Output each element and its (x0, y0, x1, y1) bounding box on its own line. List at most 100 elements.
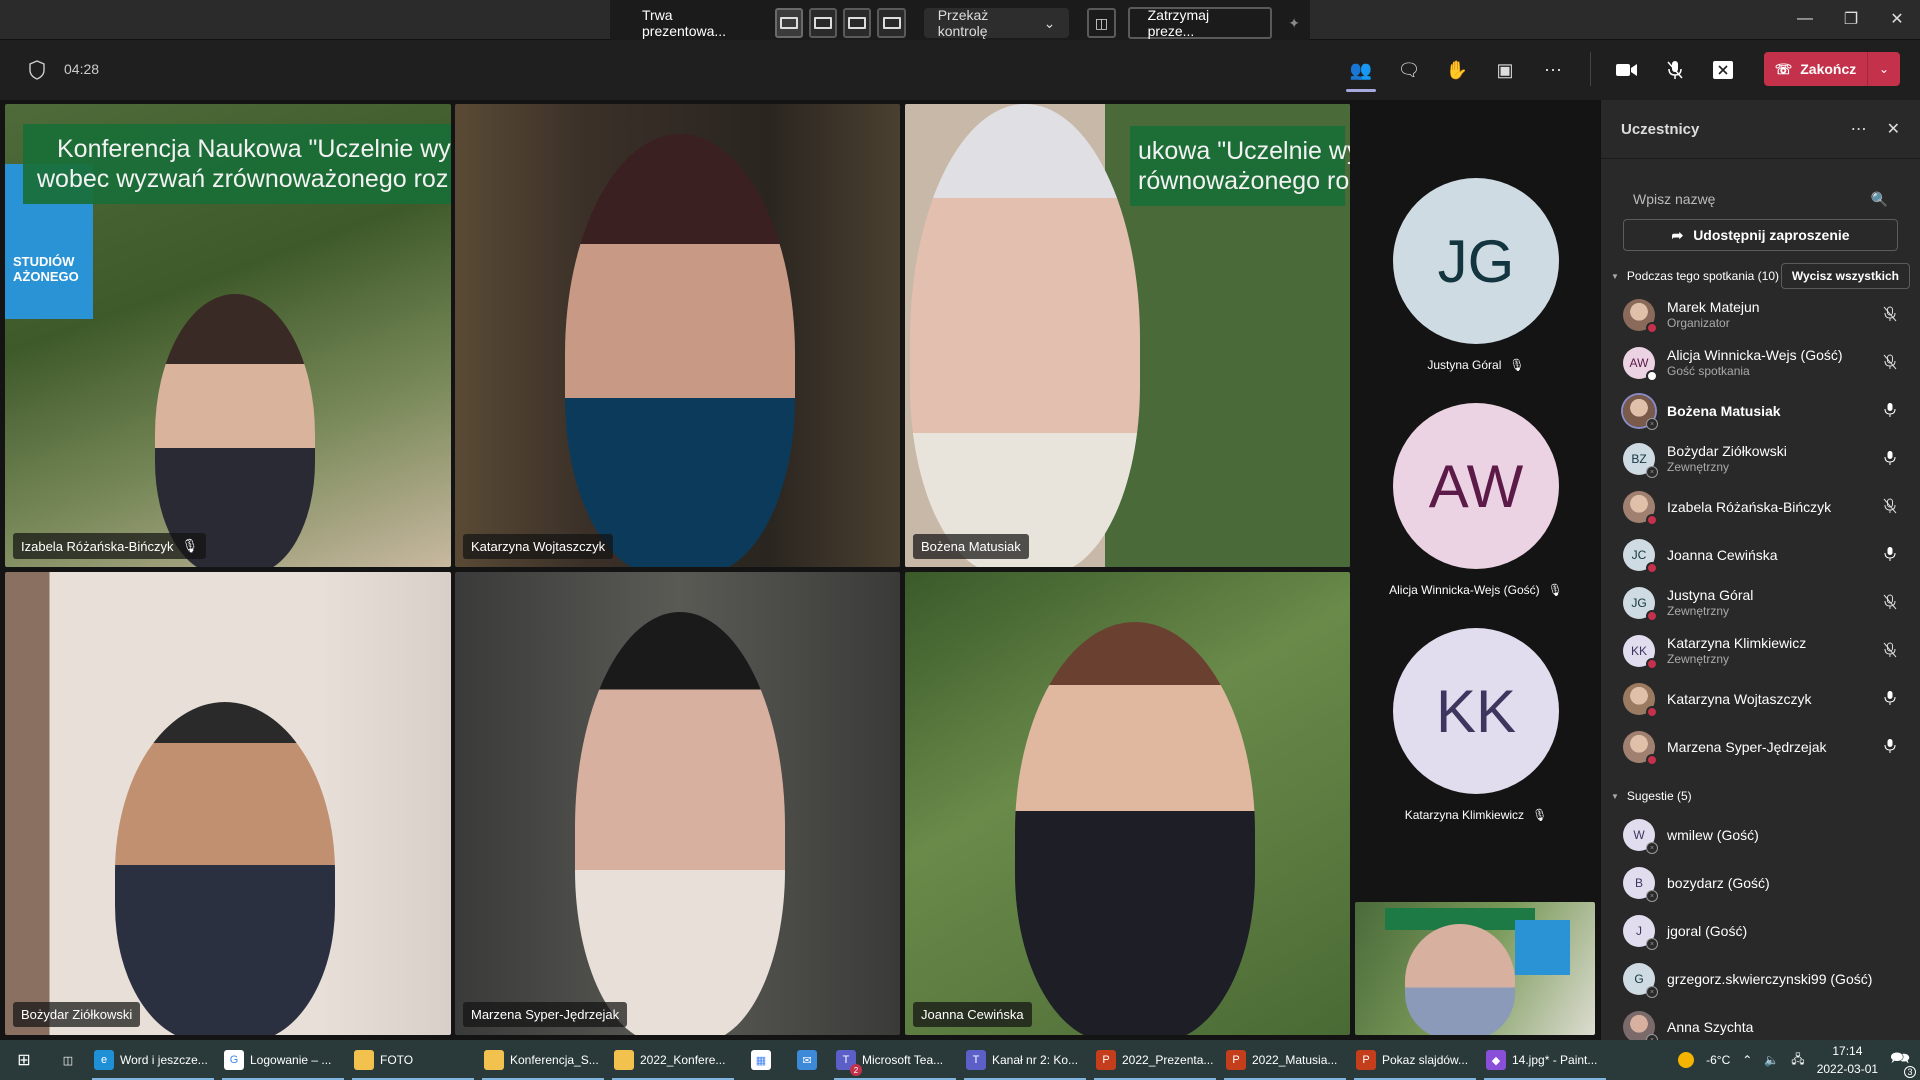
end-call-options-chevron-icon[interactable]: ⌄ (1868, 62, 1900, 76)
task-view-button[interactable]: ◫ (48, 1040, 88, 1080)
layout-standout-button[interactable] (808, 8, 838, 38)
participant-row[interactable]: KK Katarzyna Klimkiewicz Zewnętrzny (1601, 627, 1920, 675)
participant-search-input[interactable]: Wpisz nazwę 🔍 (1621, 179, 1900, 219)
self-video-preview[interactable] (1355, 902, 1595, 1035)
avatar-tile[interactable]: JG Justyna Góral 🎙 (1352, 178, 1600, 372)
taskbar-app[interactable]: 2022_Konfere... (608, 1040, 738, 1080)
video-tile-active-speaker[interactable]: ukowa "Uczelnie wy równoważonego ro Boże… (905, 104, 1350, 567)
weather-temp[interactable]: -6°C (1706, 1053, 1730, 1067)
taskbar-app[interactable]: FOTO (348, 1040, 478, 1080)
more-options-icon[interactable]: ⋯ (1851, 119, 1867, 139)
mic-icon[interactable] (1882, 738, 1898, 757)
include-audio-icon[interactable]: ◫ (1087, 8, 1116, 38)
avatar-tile[interactable]: AW Alicja Winnicka-Wejs (Gość) 🎙 (1352, 403, 1600, 597)
participant-row[interactable]: AW Alicja Winnicka-Wejs (Gość) Gość spotka… (1601, 339, 1920, 387)
participant-row[interactable]: × Bożena Matusiak (1601, 387, 1920, 435)
video-tile[interactable]: STUDIÓW AŻONEGO Konferencja Naukowa "Ucz… (5, 104, 451, 567)
room-icon[interactable]: ▣ (1490, 56, 1520, 84)
phone-hangup-icon: ☏ (1774, 60, 1793, 77)
mic-icon[interactable] (1882, 402, 1898, 421)
clock[interactable]: 17:14 2022-03-01 (1817, 1042, 1878, 1078)
share-invite-button[interactable]: ➦ Udostępnij zaproszenie (1623, 219, 1898, 251)
participant-name: Marzena Syper-Jędrzejak (1667, 739, 1827, 755)
taskbar-app[interactable]: T Kanał nr 2: Ko... (960, 1040, 1090, 1080)
taskbar-app[interactable]: P Pokaz slajdów... (1350, 1040, 1480, 1080)
share-stop-icon[interactable] (1708, 56, 1738, 84)
video-tile[interactable]: Joanna Cewińska (905, 572, 1350, 1035)
stop-presenting-button[interactable]: Zatrzymaj preze... (1127, 7, 1273, 39)
section-in-meeting[interactable]: ▼ Podczas tego spotkania (10) Wycisz wsz… (1601, 261, 1920, 291)
people-icon[interactable]: 👥 (1346, 56, 1376, 92)
pin-icon[interactable]: ✦ (1288, 15, 1300, 32)
give-control-dropdown[interactable]: Przekaż kontrolę ⌄ (923, 7, 1070, 39)
participant-row[interactable]: Marzena Syper-Jędrzejak (1601, 723, 1920, 771)
taskbar-app[interactable]: G Logowanie – ... (218, 1040, 348, 1080)
suggestion-info: bozydarz (Gość) (1667, 875, 1898, 891)
avatar-initials: J (1636, 924, 1642, 938)
avatar-tile[interactable]: KK Katarzyna Klimkiewicz 🎙 (1352, 628, 1600, 822)
participant-row[interactable]: JG Justyna Góral Zewnętrzny (1601, 579, 1920, 627)
end-call-label: Zakończ (1800, 61, 1857, 77)
taskbar-app[interactable]: T 2 Microsoft Tea... (830, 1040, 960, 1080)
video-tile[interactable]: Marzena Syper-Jędrzejak (455, 572, 900, 1035)
end-call-button[interactable]: ☏ Zakończ ⌄ (1764, 52, 1900, 86)
more-icon[interactable]: ⋯ (1538, 56, 1568, 84)
suggestion-row[interactable]: × Anna Szychta (1601, 1003, 1920, 1040)
suggestion-name: wmilew (Gość) (1667, 827, 1759, 843)
mic-icon[interactable] (1882, 546, 1898, 565)
suggestion-row[interactable]: B × bozydarz (Gość) (1601, 859, 1920, 907)
volume-icon[interactable]: 🔈 (1764, 1053, 1779, 1067)
participant-row[interactable]: Izabela Różańska-Bińczyk (1601, 483, 1920, 531)
share-invite-label: Udostępnij zaproszenie (1693, 227, 1850, 243)
taskbar-app[interactable]: P 2022_Prezenta... (1090, 1040, 1220, 1080)
mic-off-icon[interactable] (1882, 498, 1898, 517)
title-bar: Trwa prezentowa... Przekaż kontrolę ⌄ ◫ Z… (0, 0, 1920, 46)
taskbar-app[interactable]: Konferencja_S... (478, 1040, 608, 1080)
taskbar-app[interactable]: ▦ (738, 1040, 784, 1080)
raise-hand-icon[interactable]: ✋ (1442, 56, 1472, 84)
taskbar-app[interactable]: ✉ (784, 1040, 830, 1080)
close-icon[interactable]: ✕ (1874, 0, 1920, 38)
participant-name: Katarzyna Wojtaszczyk (471, 539, 606, 554)
video-tile[interactable]: Bożydar Ziółkowski (5, 572, 451, 1035)
notifications-icon[interactable]: 🗪 3 (1890, 1047, 1916, 1078)
taskbar-app[interactable]: P 2022_Matusia... (1220, 1040, 1350, 1080)
chevron-up-icon[interactable]: ⌃ (1742, 1053, 1752, 1067)
mic-icon[interactable] (1882, 690, 1898, 709)
chat-icon[interactable]: 🗨 (1394, 56, 1424, 84)
layout-side-by-side-button[interactable] (843, 8, 872, 38)
start-button[interactable]: ⊞ (0, 1040, 48, 1080)
taskbar-app[interactable]: e Word i jeszcze... (88, 1040, 218, 1080)
suggestion-row[interactable]: G × grzegorz.skwierczynski99 (Gość) (1601, 955, 1920, 1003)
mic-off-icon[interactable] (1660, 56, 1690, 84)
taskbar-app[interactable]: ◆ 14.jpg* - Paint... (1480, 1040, 1610, 1080)
network-icon[interactable]: 🖧 (1791, 1050, 1804, 1071)
mic-off-icon[interactable] (1882, 306, 1898, 325)
participant-row[interactable]: Katarzyna Wojtaszczyk (1601, 675, 1920, 723)
weather-icon[interactable] (1678, 1052, 1695, 1068)
restore-icon[interactable]: ❐ (1828, 0, 1874, 38)
close-panel-icon[interactable]: ✕ (1887, 119, 1900, 139)
tile-name-label: Izabela Różańska-Bińczyk 🎙 (13, 533, 206, 559)
layout-reporter-button[interactable] (877, 8, 906, 38)
windows-icon: ⊞ (17, 1052, 31, 1069)
suggestion-row[interactable]: J × jgoral (Gość) (1601, 907, 1920, 955)
mic-off-icon[interactable] (1882, 594, 1898, 613)
mute-all-button[interactable]: Wycisz wszystkich (1780, 263, 1910, 289)
participant-row[interactable]: Marek Matejun Organizator (1601, 291, 1920, 339)
participant-row[interactable]: JC Joanna Cewińska (1601, 531, 1920, 579)
video-tile[interactable]: Katarzyna Wojtaszczyk (455, 104, 900, 567)
minimize-icon[interactable]: — (1782, 0, 1828, 38)
mic-icon[interactable] (1882, 450, 1898, 469)
participant-row[interactable]: BZ × Bożydar Ziółkowski Zewnętrzny (1601, 435, 1920, 483)
layout-content-only-button[interactable] (774, 8, 803, 38)
camera-icon[interactable] (1612, 56, 1642, 84)
participant-name: Bożena Matusiak (1667, 403, 1781, 419)
mic-off-icon[interactable] (1882, 354, 1898, 373)
end-call-main[interactable]: ☏ Zakończ (1764, 52, 1868, 86)
presence-off-icon: × (1646, 466, 1658, 478)
folder-icon (484, 1050, 504, 1070)
suggestion-row[interactable]: W × wmilew (Gość) (1601, 811, 1920, 859)
mic-off-icon[interactable] (1882, 642, 1898, 661)
section-suggestions[interactable]: ▼ Sugestie (5) (1601, 781, 1920, 811)
